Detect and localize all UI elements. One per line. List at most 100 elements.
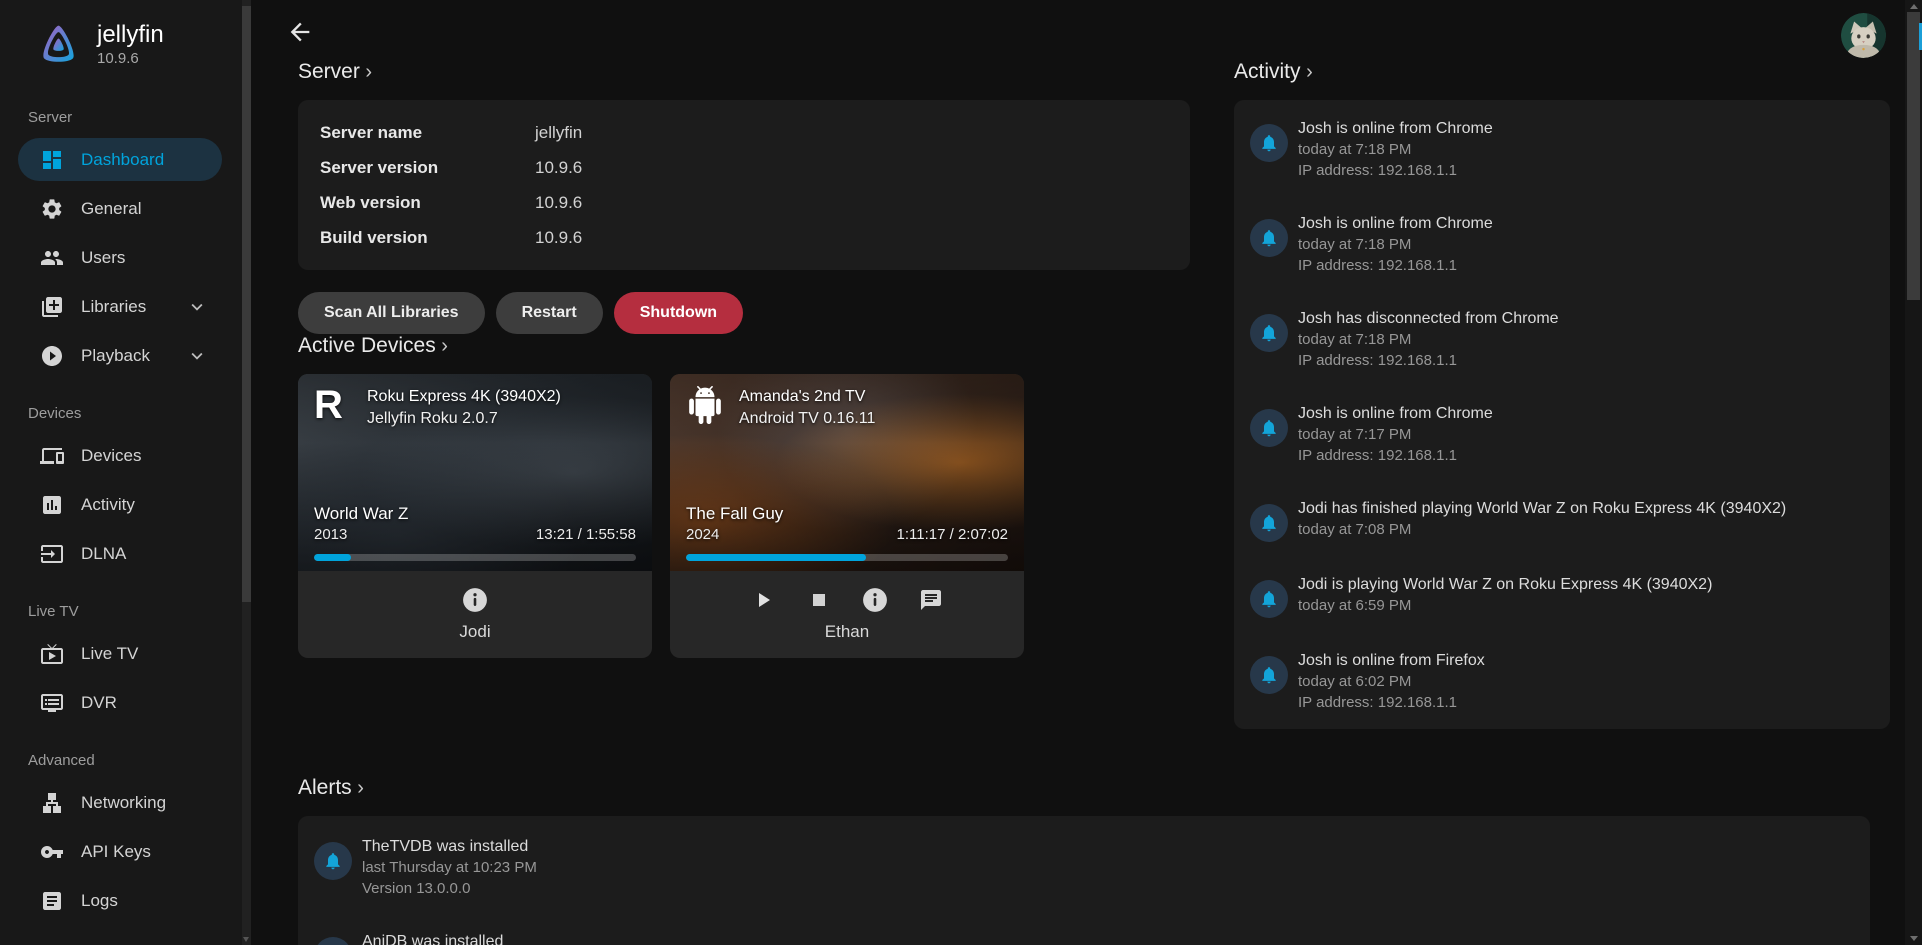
playback-progress-bar [686,554,1008,561]
sidebar-section-server: Server [28,109,251,126]
message-icon [919,588,943,612]
left-column: Server Server name jellyfin Server versi… [298,60,1190,729]
activity-entry: Josh has disconnected from Chrome today … [1250,308,1874,371]
sidebar-item-label: General [81,199,141,219]
devices-icon [40,444,64,468]
sidebar-item-users[interactable]: Users [18,236,222,279]
alert-entry: TheTVDB was installed last Thursday at 1… [314,836,1854,899]
live-tv-icon [40,642,64,666]
sidebar-item-playback[interactable]: Playback [18,334,222,377]
networking-icon [40,791,64,815]
server-name-row: Server name jellyfin [298,115,1190,150]
restart-button[interactable]: Restart [496,292,603,334]
back-button[interactable] [286,18,314,46]
sidebar-item-live-tv[interactable]: Live TV [18,632,222,675]
playback-progress-bar [314,554,636,561]
scroll-up-arrow-icon[interactable] [1910,4,1918,9]
bell-icon [1250,504,1288,542]
device-name: Roku Express 4K (3940X2) [367,386,561,408]
sidebar-item-devices[interactable]: Devices [18,434,222,477]
playback-time: 13:21 / 1:55:58 [536,525,636,545]
alerts-section: Alerts TheTVDB was installed last Thursd… [298,776,1890,945]
page-scrollbar-thumb[interactable] [1907,12,1920,300]
web-version-row: Web version 10.9.6 [298,185,1190,220]
stop-icon [807,588,831,612]
device-card-roku[interactable]: Roku Express 4K (3940X2) Jellyfin Roku 2… [298,374,652,658]
activity-time: today at 7:17 PM [1298,424,1493,445]
scroll-down-arrow-icon[interactable] [243,937,249,942]
scroll-down-arrow-icon[interactable] [1910,936,1918,941]
server-section-title[interactable]: Server [298,60,372,84]
media-title: The Fall Guy [686,503,783,525]
device-name: Amanda's 2nd TV [739,386,875,408]
server-name-label: Server name [320,123,535,143]
chevron-down-icon[interactable] [186,296,208,318]
sidebar-item-libraries[interactable]: Libraries [18,285,222,328]
sidebar-item-activity[interactable]: Activity [18,483,222,526]
app-name: jellyfin [97,22,164,48]
sidebar-item-label: Logs [81,891,118,911]
send-message-button[interactable] [918,587,944,613]
server-name-value: jellyfin [535,123,582,143]
alert-detail: Version 13.0.0.0 [362,878,537,899]
stop-button[interactable] [806,587,832,613]
sidebar-section-devices: Devices [28,405,251,422]
server-info-card: Server name jellyfin Server version 10.9… [298,100,1190,270]
libraries-icon [40,295,64,319]
chevron-down-icon[interactable] [186,345,208,367]
server-actions: Scan All Libraries Restart Shutdown [298,292,1190,334]
page-scrollbar[interactable] [1905,0,1922,945]
bell-icon [1250,219,1288,257]
web-version-value: 10.9.6 [535,193,582,213]
shutdown-button[interactable]: Shutdown [614,292,743,334]
sidebar-scrollbar[interactable] [242,0,251,945]
activity-ip: IP address: 192.168.1.1 [1298,350,1559,371]
sidebar-item-label: Networking [81,793,166,813]
sidebar-item-general[interactable]: General [18,187,222,230]
alert-time: last Thursday at 10:23 PM [362,857,537,878]
device-card-footer: Ethan [670,571,1024,658]
sidebar-item-dashboard[interactable]: Dashboard [18,138,222,181]
arrow-left-icon [286,18,314,46]
playback-progress-fill [686,554,866,561]
device-card-android-tv[interactable]: Amanda's 2nd TV Android TV 0.16.11 The F… [670,374,1024,658]
alert-title: AniDB was installed [362,931,503,945]
sidebar-item-label: Activity [81,495,135,515]
info-icon [862,587,888,613]
right-column: Activity Josh is online from Chrome toda… [1234,60,1890,729]
sidebar-item-networking[interactable]: Networking [18,781,222,824]
scan-all-libraries-button[interactable]: Scan All Libraries [298,292,485,334]
activity-time: today at 7:18 PM [1298,234,1493,255]
main-content: Server Server name jellyfin Server versi… [251,0,1905,945]
sidebar-scrollbar-thumb[interactable] [242,6,251,602]
activity-section-title[interactable]: Activity [1234,60,1313,84]
play-button[interactable] [750,587,776,613]
users-icon [40,246,64,270]
sidebar-item-logs[interactable]: Logs [18,879,222,922]
bell-icon [314,937,352,945]
app-version: 10.9.6 [97,50,164,67]
user-avatar[interactable] [1841,13,1886,58]
device-card-footer: Jodi [298,571,652,658]
sidebar-item-dlna[interactable]: DLNA [18,532,222,575]
bell-icon [1250,409,1288,447]
server-version-row: Server version 10.9.6 [298,150,1190,185]
client-version: Android TV 0.16.11 [739,408,875,430]
activity-time: today at 7:08 PM [1298,519,1786,540]
activity-ip: IP address: 192.168.1.1 [1298,160,1493,181]
active-devices-title[interactable]: Active Devices [298,334,448,358]
active-devices-list: Roku Express 4K (3940X2) Jellyfin Roku 2… [298,374,1190,658]
sidebar-item-label: Live TV [81,644,138,664]
info-button[interactable] [462,587,488,613]
build-version-row: Build version 10.9.6 [298,220,1190,255]
now-playing-backdrop: Amanda's 2nd TV Android TV 0.16.11 The F… [670,374,1024,571]
playback-icon [40,344,64,368]
info-button[interactable] [862,587,888,613]
bell-icon [314,842,352,880]
activity-time: today at 6:59 PM [1298,595,1712,616]
alerts-section-title[interactable]: Alerts [298,776,364,800]
sidebar-item-dvr[interactable]: DVR [18,681,222,724]
media-year: 2013 [314,525,408,545]
sidebar-item-api-keys[interactable]: API Keys [18,830,222,873]
activity-card: Josh is online from Chrome today at 7:18… [1234,100,1890,729]
